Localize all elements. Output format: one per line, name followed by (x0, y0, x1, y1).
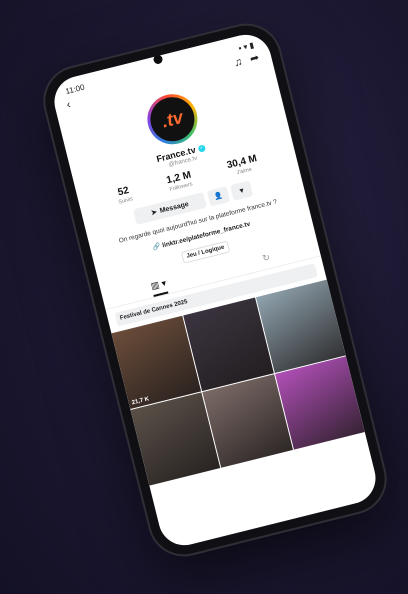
app-screen: 11:00 ▪ ▾ ▮ ‹ ♫ ➦ .tv France.tv ✓ @franc… (48, 29, 382, 551)
avatar-logo: .tv (145, 92, 200, 146)
stat-followers[interactable]: 1,2 M Followers (165, 170, 194, 194)
more-options-button[interactable]: ▾ (230, 180, 254, 201)
bell-icon[interactable]: ♫ (233, 56, 244, 70)
share-icon[interactable]: ➦ (249, 52, 261, 66)
phone-frame: 11:00 ▪ ▾ ▮ ‹ ♫ ➦ .tv France.tv ✓ @franc… (38, 18, 392, 562)
add-friend-button[interactable]: 👤 (206, 186, 231, 207)
tab-videos[interactable]: ▥ ▾ (148, 274, 169, 297)
send-icon: ➤ (150, 208, 158, 218)
add-person-icon: 👤 (213, 192, 224, 202)
avatar[interactable]: .tv (142, 88, 203, 150)
chevron-down-icon: ▾ (239, 187, 245, 195)
back-chevron-icon[interactable]: ‹ (65, 99, 71, 112)
tab-reposts[interactable]: ↻ (261, 249, 273, 269)
stat-likes[interactable]: 30,4 M J'aime (226, 153, 260, 178)
link-icon: 🔗 (152, 242, 162, 252)
stat-following[interactable]: 52 Suivis (115, 185, 134, 206)
verified-badge-icon: ✓ (197, 143, 207, 153)
message-label: Message (159, 200, 190, 215)
